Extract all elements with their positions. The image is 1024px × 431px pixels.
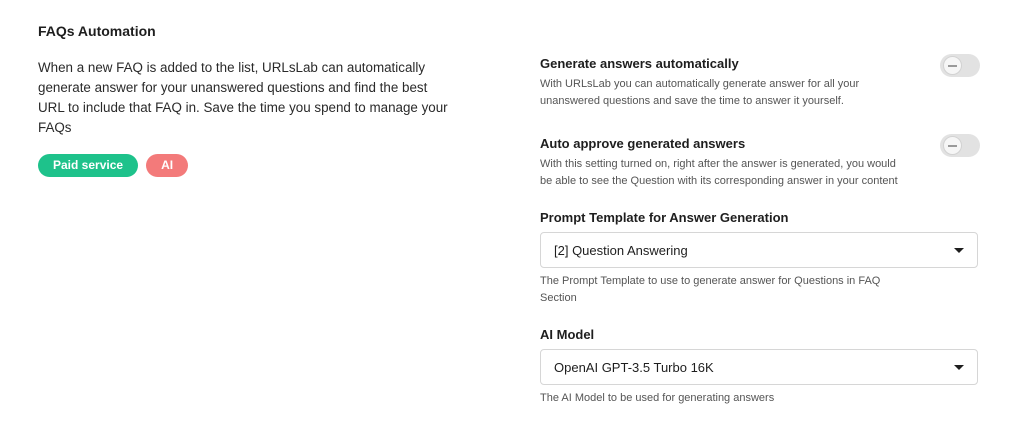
- section-description: When a new FAQ is added to the list, URL…: [38, 60, 448, 135]
- settings-panel: Generate answers automatically With URLs…: [540, 54, 980, 427]
- minus-icon: [943, 56, 962, 75]
- section-intro: FAQs Automation When a new FAQ is added …: [38, 22, 458, 177]
- setting-auto-approve: Auto approve generated answers With this…: [540, 134, 980, 190]
- prompt-template-help: The Prompt Template to use to generate a…: [540, 275, 881, 304]
- prompt-template-value: [2] Question Answering: [554, 243, 688, 258]
- setting-generate-answers: Generate answers automatically With URLs…: [540, 54, 980, 110]
- generate-answers-toggle[interactable]: [940, 54, 980, 77]
- minus-icon: [943, 136, 962, 155]
- setting-title: Auto approve generated answers: [540, 136, 746, 151]
- setting-title: Generate answers automatically: [540, 56, 739, 71]
- ai-model-label: AI Model: [540, 327, 595, 342]
- auto-approve-toggle[interactable]: [940, 134, 980, 157]
- field-ai-model: AI Model OpenAI GPT-3.5 Turbo 16K The AI…: [540, 327, 980, 407]
- ai-model-value: OpenAI GPT-3.5 Turbo 16K: [554, 360, 714, 375]
- ai-badge: AI: [146, 154, 189, 177]
- setting-description: With this setting turned on, right after…: [540, 158, 898, 187]
- section-title: FAQs Automation: [38, 23, 156, 39]
- prompt-template-select[interactable]: [2] Question Answering: [540, 232, 978, 268]
- prompt-template-label: Prompt Template for Answer Generation: [540, 210, 789, 225]
- field-prompt-template: Prompt Template for Answer Generation [2…: [540, 210, 980, 307]
- caret-down-icon: [954, 248, 964, 253]
- ai-model-select[interactable]: OpenAI GPT-3.5 Turbo 16K: [540, 349, 978, 385]
- setting-description: With URLsLab you can automatically gener…: [540, 78, 860, 107]
- ai-model-help: The AI Model to be used for generating a…: [540, 392, 775, 404]
- caret-down-icon: [954, 365, 964, 370]
- tag-list: Paid service AI: [38, 154, 458, 177]
- paid-service-badge: Paid service: [38, 154, 139, 177]
